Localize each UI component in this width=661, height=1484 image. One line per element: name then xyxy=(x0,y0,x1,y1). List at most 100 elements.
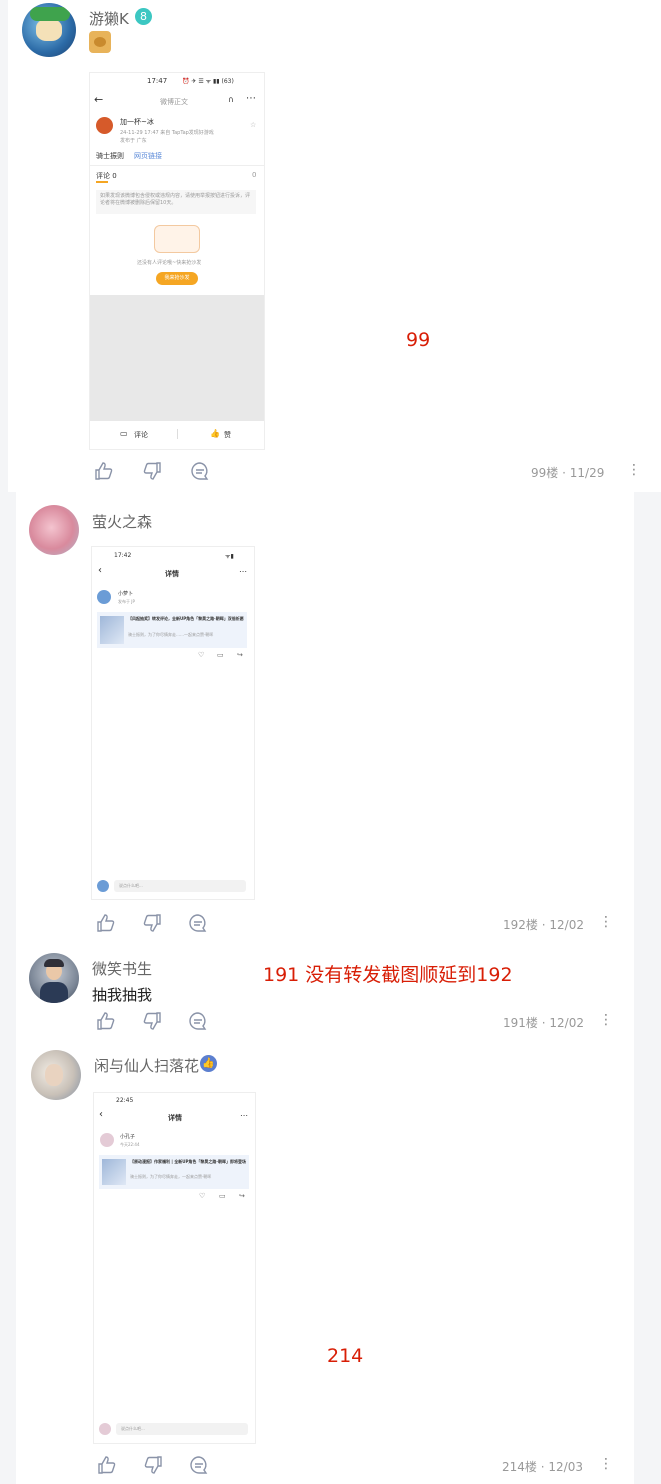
avatar[interactable] xyxy=(29,505,79,555)
page-title: 详情 xyxy=(165,570,179,578)
post-date: 12/02 xyxy=(549,918,584,932)
post-date: 11/29 xyxy=(569,466,605,480)
share-card[interactable]: 【风起抽奖】转发评论，全新UP角色「黎昊之路·朝晖」双倍祈愿 骑士振则，为了你尽… xyxy=(97,612,247,648)
username[interactable]: 游獭K xyxy=(89,8,129,29)
back-arrow-icon[interactable]: ‹ xyxy=(98,565,102,576)
floor-number: 99楼 xyxy=(531,466,559,480)
comments-tab[interactable]: 评论 0 xyxy=(96,171,117,181)
reply-icon[interactable] xyxy=(188,1011,210,1033)
attached-screenshot[interactable]: 22:45 ‹ 详情 ⋯ 小孔子 今天22:44 【原动漫报】作家福利 | 全新… xyxy=(93,1092,256,1444)
more-icon[interactable]: ⋯ xyxy=(239,567,247,576)
poster-name: 加一杯~冰 xyxy=(120,118,154,126)
avatar[interactable] xyxy=(22,3,76,57)
card-title: 【风起抽奖】转发评论，全新UP角色「黎昊之路·朝晖」双倍祈愿 xyxy=(128,616,244,621)
floor-number: 214楼 xyxy=(502,1460,537,1474)
comment-input[interactable]: 说点什么吧... xyxy=(114,880,246,892)
post-date: 12/03 xyxy=(548,1460,583,1474)
status-time: 17:47 xyxy=(147,77,168,85)
like-icon[interactable]: ♡ xyxy=(199,1192,205,1200)
floor-date: 214楼 · 12/03 xyxy=(502,1460,583,1474)
comment-icon[interactable]: ▭ xyxy=(217,651,224,659)
post-location: 发布于 广东 xyxy=(120,138,147,144)
empty-illustration xyxy=(154,225,200,253)
avatar-face xyxy=(36,19,62,41)
reply-icon[interactable] xyxy=(188,913,210,935)
status-signal-icon: ᯤ▮ xyxy=(225,553,234,560)
notice-box: 如果发现该微博包含侵权或违规内容，请使用举报按钮进行投诉，评论者将在微博被删除后… xyxy=(96,190,256,214)
thumb-down-icon[interactable] xyxy=(142,913,164,935)
level-badge: 8 xyxy=(135,8,152,25)
back-arrow-icon[interactable]: ‹ xyxy=(99,1109,103,1120)
poster-name: 小萝卜 xyxy=(118,591,134,597)
avatar-face xyxy=(45,1064,63,1086)
like-icon[interactable]: 👍 xyxy=(210,429,220,438)
thumb-down-icon[interactable] xyxy=(142,1011,164,1033)
poster-avatar xyxy=(96,117,113,134)
thumb-up-icon[interactable] xyxy=(96,1011,118,1033)
headset-icon[interactable]: ∩ xyxy=(228,95,234,104)
bottom-comment-label[interactable]: 评论 xyxy=(134,430,148,440)
floor-date: 191楼 · 12/02 xyxy=(503,1016,584,1030)
share-icon[interactable]: ↪ xyxy=(237,651,243,659)
likes-tab[interactable]: 0 xyxy=(252,171,256,179)
reply-icon[interactable] xyxy=(189,1455,211,1477)
back-arrow-icon[interactable]: ← xyxy=(94,93,103,106)
status-icons: ⏰ ✈ ☰ ᯤ ▮▮ (63) xyxy=(182,78,234,85)
username[interactable]: 闲与仙人扫落花 xyxy=(94,1055,199,1076)
card-thumbnail xyxy=(102,1159,126,1185)
more-menu-icon[interactable]: ⋮ xyxy=(627,462,641,478)
comment-icon[interactable]: ▭ xyxy=(120,429,128,438)
thumb-up-icon[interactable] xyxy=(97,1455,119,1477)
avatar[interactable] xyxy=(29,953,79,1003)
like-icon[interactable]: ♡ xyxy=(198,651,204,659)
post-date: 12/02 xyxy=(549,1016,584,1030)
username[interactable]: 萤火之森 xyxy=(92,511,152,532)
share-card[interactable]: 【原动漫报】作家福利 | 全新UP角色「黎昊之路·朝晖」即将登场 骑士振则，为了… xyxy=(99,1155,249,1189)
more-menu-icon[interactable]: ⋮ xyxy=(599,914,613,930)
bottom-divider xyxy=(177,429,178,439)
empty-text: 还没有人评论哦~快来抢沙发 xyxy=(137,260,202,266)
thumb-up-icon[interactable] xyxy=(94,461,116,483)
avatar[interactable] xyxy=(31,1050,81,1100)
comment-icon[interactable]: ▭ xyxy=(219,1192,226,1200)
more-icon[interactable]: ⋯ xyxy=(246,93,256,104)
status-time: 22:45 xyxy=(116,1097,134,1104)
poster-avatar xyxy=(100,1133,114,1147)
bottom-like-label[interactable]: 赞 xyxy=(224,430,231,440)
page-title: 微博正文 xyxy=(160,98,188,106)
more-menu-icon[interactable]: ⋮ xyxy=(599,1012,613,1028)
attached-screenshot[interactable]: 17:42 ᯤ▮ ‹ 详情 ⋯ 小萝卜 发布于 JP 【风起抽奖】转发评论，全新… xyxy=(91,546,255,900)
post-body: 骑士振则 xyxy=(96,152,124,160)
thumb-down-icon[interactable] xyxy=(142,461,164,483)
input-avatar xyxy=(97,880,109,892)
status-time: 17:42 xyxy=(114,552,132,559)
sofa-button[interactable]: 我来抢沙发 xyxy=(156,272,198,285)
annotation-text: 214 xyxy=(327,1345,364,1367)
more-icon[interactable]: ⋯ xyxy=(240,1111,248,1120)
comment-text: 抽我抽我 xyxy=(92,986,153,1004)
share-icon[interactable]: ↪ xyxy=(239,1192,245,1200)
poster-name: 小孔子 xyxy=(120,1134,136,1140)
floor-date: 99楼 · 11/29 xyxy=(531,466,605,480)
comment-input[interactable]: 说点什么吧... xyxy=(116,1423,248,1435)
post-link[interactable]: 网页链接 xyxy=(134,151,162,161)
page-title: 详情 xyxy=(168,1114,182,1122)
reply-icon[interactable] xyxy=(190,461,212,483)
more-menu-icon[interactable]: ⋮ xyxy=(599,1456,613,1472)
thumb-up-icon[interactable] xyxy=(96,913,118,935)
annotation-text: 99 xyxy=(406,329,431,351)
card-subtitle: 骑士振则，为了你尽情奔走……一起来点赞·朝晖 xyxy=(128,632,214,637)
sticker-icon xyxy=(89,31,111,53)
input-avatar xyxy=(99,1423,111,1435)
poster-avatar xyxy=(97,590,111,604)
card-title: 【原动漫报】作家福利 | 全新UP角色「黎昊之路·朝晖」即将登场 xyxy=(130,1159,246,1164)
post-meta: 发布于 JP xyxy=(118,599,135,604)
username[interactable]: 微笑书生 xyxy=(92,958,152,979)
attached-screenshot[interactable]: 17:47 ⏰ ✈ ☰ ᯤ ▮▮ (63) ← 微博正文 ∩ ⋯ 加一杯~冰 2… xyxy=(89,72,265,450)
thumb-badge-icon: 👍 xyxy=(200,1055,217,1072)
floor-number: 192楼 xyxy=(503,918,538,932)
divider xyxy=(90,165,264,166)
comments-tab-underline xyxy=(96,181,108,183)
star-icon[interactable]: ☆ xyxy=(250,121,256,129)
thumb-down-icon[interactable] xyxy=(143,1455,165,1477)
